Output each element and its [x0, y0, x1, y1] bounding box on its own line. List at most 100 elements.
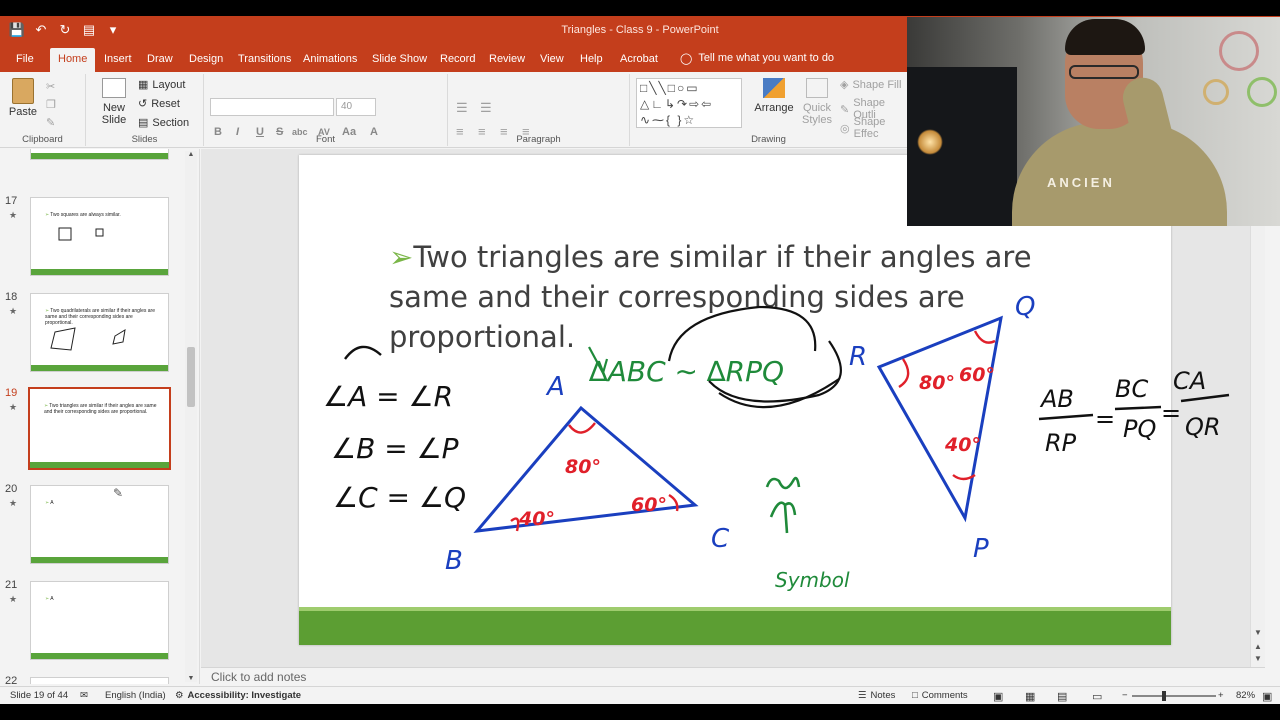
ratio-d3: QR	[1185, 413, 1221, 441]
next-slide-icon[interactable]: ▼	[1251, 654, 1265, 663]
ink-angle-b-p: ∠B = ∠P	[331, 432, 459, 465]
tab-animations[interactable]: Animations	[303, 50, 357, 68]
tell-me-text: Tell me what you want to do	[698, 52, 835, 64]
vertex-c: C	[711, 524, 730, 554]
slide-thumbnail-21[interactable]: A	[30, 581, 169, 660]
notes-button[interactable]: ☰ Notes	[858, 690, 895, 701]
font-size-combo[interactable]: 40	[336, 98, 376, 116]
wall-decoration	[1219, 31, 1259, 71]
reset-button[interactable]: ↺ Reset	[138, 97, 180, 111]
vertex-b: B	[445, 546, 463, 576]
cut-icon[interactable]: ✂	[46, 80, 55, 93]
slide-show-icon[interactable]: ▭	[1092, 690, 1102, 703]
language-indicator[interactable]: English (India)	[105, 690, 166, 701]
slide-scrollbar[interactable]: ▼ ▲ ▼	[1250, 149, 1265, 667]
numbering-icon[interactable]: ☰	[480, 100, 492, 116]
tab-transitions[interactable]: Transitions	[238, 50, 291, 68]
slide-thumbnail-19[interactable]: Two triangles are similar if their angle…	[28, 387, 171, 470]
notes-icon: ☰	[858, 690, 867, 701]
slide-thumbnail-20[interactable]: A ✎	[30, 485, 169, 564]
group-font: 40 B I U S abc AV Aa A Font	[204, 74, 448, 146]
pen-cursor-icon: ✎	[113, 486, 124, 500]
tab-insert[interactable]: Insert	[104, 50, 132, 68]
slide-number: 22	[5, 675, 18, 684]
thumbnails-scrollbar[interactable]: ▲ ▼	[185, 151, 197, 682]
paste-button[interactable]: Paste	[8, 78, 38, 118]
scrollbar-thumb[interactable]	[187, 347, 195, 407]
thumbnail-band	[31, 153, 168, 159]
zoom-in-icon[interactable]: +	[1218, 690, 1224, 701]
comments-label: Comments	[921, 690, 968, 701]
tab-record[interactable]: Record	[440, 50, 475, 68]
ink-ratio: AB RP = BC PQ = CA QR	[1038, 367, 1230, 457]
group-clipboard: Paste ✂ ❐ ✎ Clipboard	[0, 74, 86, 146]
animation-star-icon: ★	[9, 210, 18, 220]
ratio-n1: AB	[1039, 385, 1074, 413]
vertex-p: P	[973, 534, 989, 564]
bullets-icon[interactable]: ☰	[456, 100, 468, 116]
arrange-icon	[763, 78, 785, 98]
angle-c-value: 60°	[631, 494, 667, 516]
group-label-clipboard: Clipboard	[22, 134, 63, 145]
ink-angle-c-q: ∠C = ∠Q	[333, 481, 466, 514]
group-paragraph: ☰ ☰ ≡ ≡ ≡ ≡ Paragraph	[448, 74, 630, 146]
slide-thumbnail-16[interactable]	[30, 149, 169, 160]
thumbnail-text: A	[45, 596, 158, 602]
slide-sorter-icon[interactable]: ▦	[1025, 690, 1035, 703]
tab-file[interactable]: File	[16, 50, 34, 68]
layout-button[interactable]: ▦ Layout	[138, 78, 185, 92]
new-slide-button[interactable]: New Slide	[94, 78, 134, 126]
tell-me-box[interactable]: ◯ Tell me what you want to do	[680, 52, 834, 65]
shape-fill-button[interactable]: ◈ Shape Fill	[840, 78, 901, 92]
vertex-r: R	[849, 342, 867, 372]
paint-bucket-icon: ◈	[840, 79, 849, 91]
tab-home[interactable]: Home	[50, 48, 96, 72]
slide-thumbnail-17[interactable]: Two squares are always similar.	[30, 197, 169, 276]
section-button[interactable]: ▤ Section	[138, 116, 190, 130]
accessibility-button[interactable]: ⚙ Accessibility: Investigate	[175, 690, 301, 701]
arrange-button[interactable]: Arrange	[754, 78, 794, 114]
tab-design[interactable]: Design	[189, 50, 223, 68]
layout-icon: ▦	[138, 79, 149, 91]
spelling-icon[interactable]: ✉	[80, 690, 88, 701]
slide-footer-band	[299, 607, 1171, 645]
format-painter-icon[interactable]: ✎	[46, 116, 55, 129]
comments-button[interactable]: □ Comments	[912, 690, 968, 701]
slide-number: 21	[5, 579, 18, 591]
zoom-slider[interactable]	[1132, 691, 1216, 701]
ratio-d2: PQ	[1123, 415, 1156, 443]
scroll-down-icon[interactable]: ▼	[1251, 628, 1265, 637]
scroll-down-icon[interactable]: ▼	[185, 675, 197, 682]
prev-slide-icon[interactable]: ▲	[1251, 642, 1265, 651]
slide-thumbnail-22[interactable]	[30, 677, 169, 684]
tab-acrobat[interactable]: Acrobat	[620, 50, 658, 68]
section-label: Section	[152, 116, 190, 129]
vertex-q: Q	[1015, 292, 1035, 322]
tab-draw[interactable]: Draw	[147, 50, 173, 68]
zoom-out-icon[interactable]: −	[1122, 690, 1128, 701]
fit-to-window-icon[interactable]: ▣	[1262, 690, 1272, 703]
thumbnail-text: Two triangles are similar if their angle…	[44, 403, 159, 415]
group-label-font: Font	[315, 134, 335, 145]
normal-view-icon[interactable]: ▣	[993, 690, 1003, 703]
tab-review[interactable]: Review	[489, 50, 525, 68]
copy-icon[interactable]: ❐	[46, 98, 56, 111]
angle-r-value: 80°	[919, 372, 955, 394]
quick-styles-button[interactable]: Quick Styles	[798, 78, 836, 126]
zoom-slider-thumb[interactable]	[1162, 691, 1166, 701]
scroll-up-icon[interactable]: ▲	[185, 151, 197, 158]
ink-symbol-arrow	[769, 501, 797, 534]
wall-decoration	[1203, 79, 1229, 105]
reading-view-icon[interactable]: ▤	[1057, 690, 1067, 703]
zoom-level[interactable]: 82%	[1236, 690, 1255, 701]
tab-help[interactable]: Help	[580, 50, 603, 68]
effects-icon: ◎	[840, 122, 850, 135]
powerpoint-window: 💾 ↶ ↻ ▤ ▾ Triangles - Class 9 - PowerPoi…	[0, 16, 1280, 704]
thumbnail-band	[31, 365, 168, 371]
tab-view[interactable]: View	[540, 50, 564, 68]
notes-pane[interactable]: Click to add notes	[201, 667, 1265, 686]
shapes-gallery[interactable]: □╲╲□○▭ △∟↳↷⇨⇦ ∿⁓{ }☆	[636, 78, 742, 128]
slide-thumbnail-18[interactable]: Two quadrilaterals are similar if their …	[30, 293, 169, 372]
tab-slide-show[interactable]: Slide Show	[372, 50, 427, 68]
font-name-combo[interactable]	[210, 98, 334, 116]
